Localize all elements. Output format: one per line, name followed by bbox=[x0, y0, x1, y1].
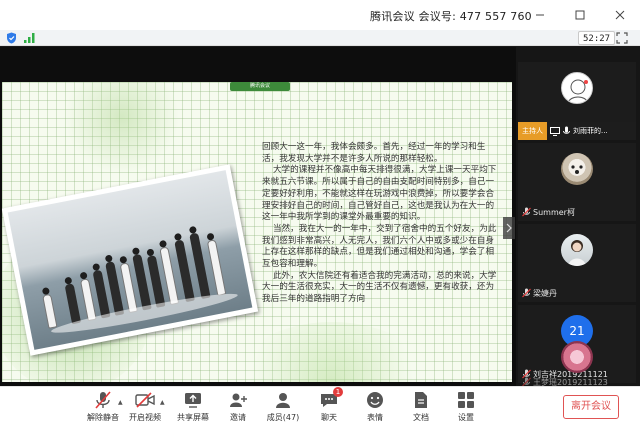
maximize-button[interactable] bbox=[560, 0, 600, 30]
muted-microphone-icon bbox=[522, 207, 531, 217]
shared-screen: 腾讯会议 回顾大一这一年，我体会颇多。首先，经过一年的学习和生活，我发现大学并不… bbox=[0, 47, 516, 401]
chat-unread-badge: 1 bbox=[333, 387, 343, 397]
members-button[interactable]: 成员(47) bbox=[260, 390, 306, 428]
members-icon bbox=[276, 393, 290, 408]
documents-button[interactable]: 文档 bbox=[398, 390, 444, 428]
tree-decoration bbox=[62, 82, 182, 172]
beach-group-photo-image bbox=[7, 170, 253, 350]
host-name-bar: 主持人 刘雨菲的... bbox=[518, 122, 636, 140]
document-icon bbox=[415, 392, 427, 408]
minimize-icon bbox=[536, 14, 544, 16]
close-icon bbox=[615, 10, 625, 20]
unmute-button[interactable]: 解除静音 bbox=[80, 390, 126, 428]
title-bar: 腾讯会议 会议号: 477 557 760 bbox=[0, 0, 640, 30]
muted-microphone-icon bbox=[522, 288, 531, 298]
participant-tile[interactable]: 主持人 刘雨菲的... bbox=[518, 62, 636, 140]
host-badge: 主持人 bbox=[518, 122, 547, 140]
essay-text: 回顾大一这一年，我体会颇多。首先，经过一年的学习和生活，我发现大学并不是许多人所… bbox=[262, 142, 497, 305]
settings-grid-icon bbox=[458, 392, 474, 408]
video-off-icon bbox=[135, 392, 155, 408]
minimize-button[interactable] bbox=[520, 0, 560, 30]
meeting-toolbar: 解除静音 ▲ 开启视频 ▲ 共享屏幕 邀请 成员(47) 1 聊天 表情 文档 … bbox=[0, 386, 640, 428]
chevron-right-icon bbox=[506, 223, 512, 233]
class-photo bbox=[2, 164, 259, 356]
invite-button[interactable]: 邀请 bbox=[215, 390, 261, 428]
chat-button[interactable]: 1 聊天 bbox=[306, 387, 352, 428]
girl-photo-avatar bbox=[561, 234, 593, 266]
close-button[interactable] bbox=[600, 0, 640, 30]
maximize-icon bbox=[575, 10, 585, 20]
profile-sketch-avatar bbox=[561, 72, 593, 104]
participant-panel: 主持人 刘雨菲的... Summer柯 梁婕丹 21 刘吉祥2019211121… bbox=[516, 47, 640, 387]
participant-name: 刘雨菲的... bbox=[573, 127, 608, 135]
participant-tile[interactable]: Summer柯 bbox=[518, 143, 636, 221]
participant-name: Summer柯 bbox=[533, 207, 575, 217]
participant-name: 梁婕丹 bbox=[533, 288, 557, 298]
screen-share-icon bbox=[185, 393, 201, 408]
collapse-panel-button[interactable] bbox=[503, 217, 515, 239]
screen-share-icon bbox=[550, 126, 560, 136]
signal-strength-icon[interactable] bbox=[24, 33, 36, 43]
leave-meeting-button[interactable]: 离开会议 bbox=[563, 395, 619, 419]
participant-tile[interactable]: 梁婕丹 bbox=[518, 224, 636, 302]
shield-icon[interactable] bbox=[6, 32, 17, 44]
tree-decoration bbox=[232, 322, 432, 382]
microphone-icon bbox=[563, 126, 570, 134]
flower-photo-avatar bbox=[561, 341, 593, 373]
sketch-face-icon bbox=[567, 79, 589, 103]
settings-button[interactable]: 设置 bbox=[443, 390, 489, 428]
shared-slide: 腾讯会议 回顾大一这一年，我体会颇多。首先，经过一年的学习和生活，我发现大学并不… bbox=[2, 82, 512, 382]
share-tag: 腾讯会议 bbox=[230, 82, 290, 91]
smiley-icon bbox=[367, 392, 383, 408]
add-user-icon bbox=[230, 393, 247, 407]
reactions-button[interactable]: 表情 bbox=[352, 390, 398, 428]
window-controls bbox=[520, 0, 640, 30]
video-options-caret[interactable]: ▲ bbox=[160, 399, 165, 406]
muted-microphone-icon bbox=[95, 391, 111, 409]
status-bar: 52:27 bbox=[0, 30, 640, 46]
puppy-photo-avatar bbox=[561, 153, 593, 185]
share-screen-button[interactable]: 共享屏幕 bbox=[170, 390, 216, 428]
start-video-button[interactable]: 开启视频 bbox=[122, 390, 168, 428]
meeting-window: 腾讯会议 会议号: 477 557 760 52:27 腾讯会议 回顾大一这一年… bbox=[0, 0, 640, 428]
meeting-title: 腾讯会议 会议号: 477 557 760 bbox=[370, 10, 532, 23]
fullscreen-icon[interactable] bbox=[616, 32, 628, 44]
meeting-duration: 52:27 bbox=[578, 31, 616, 45]
